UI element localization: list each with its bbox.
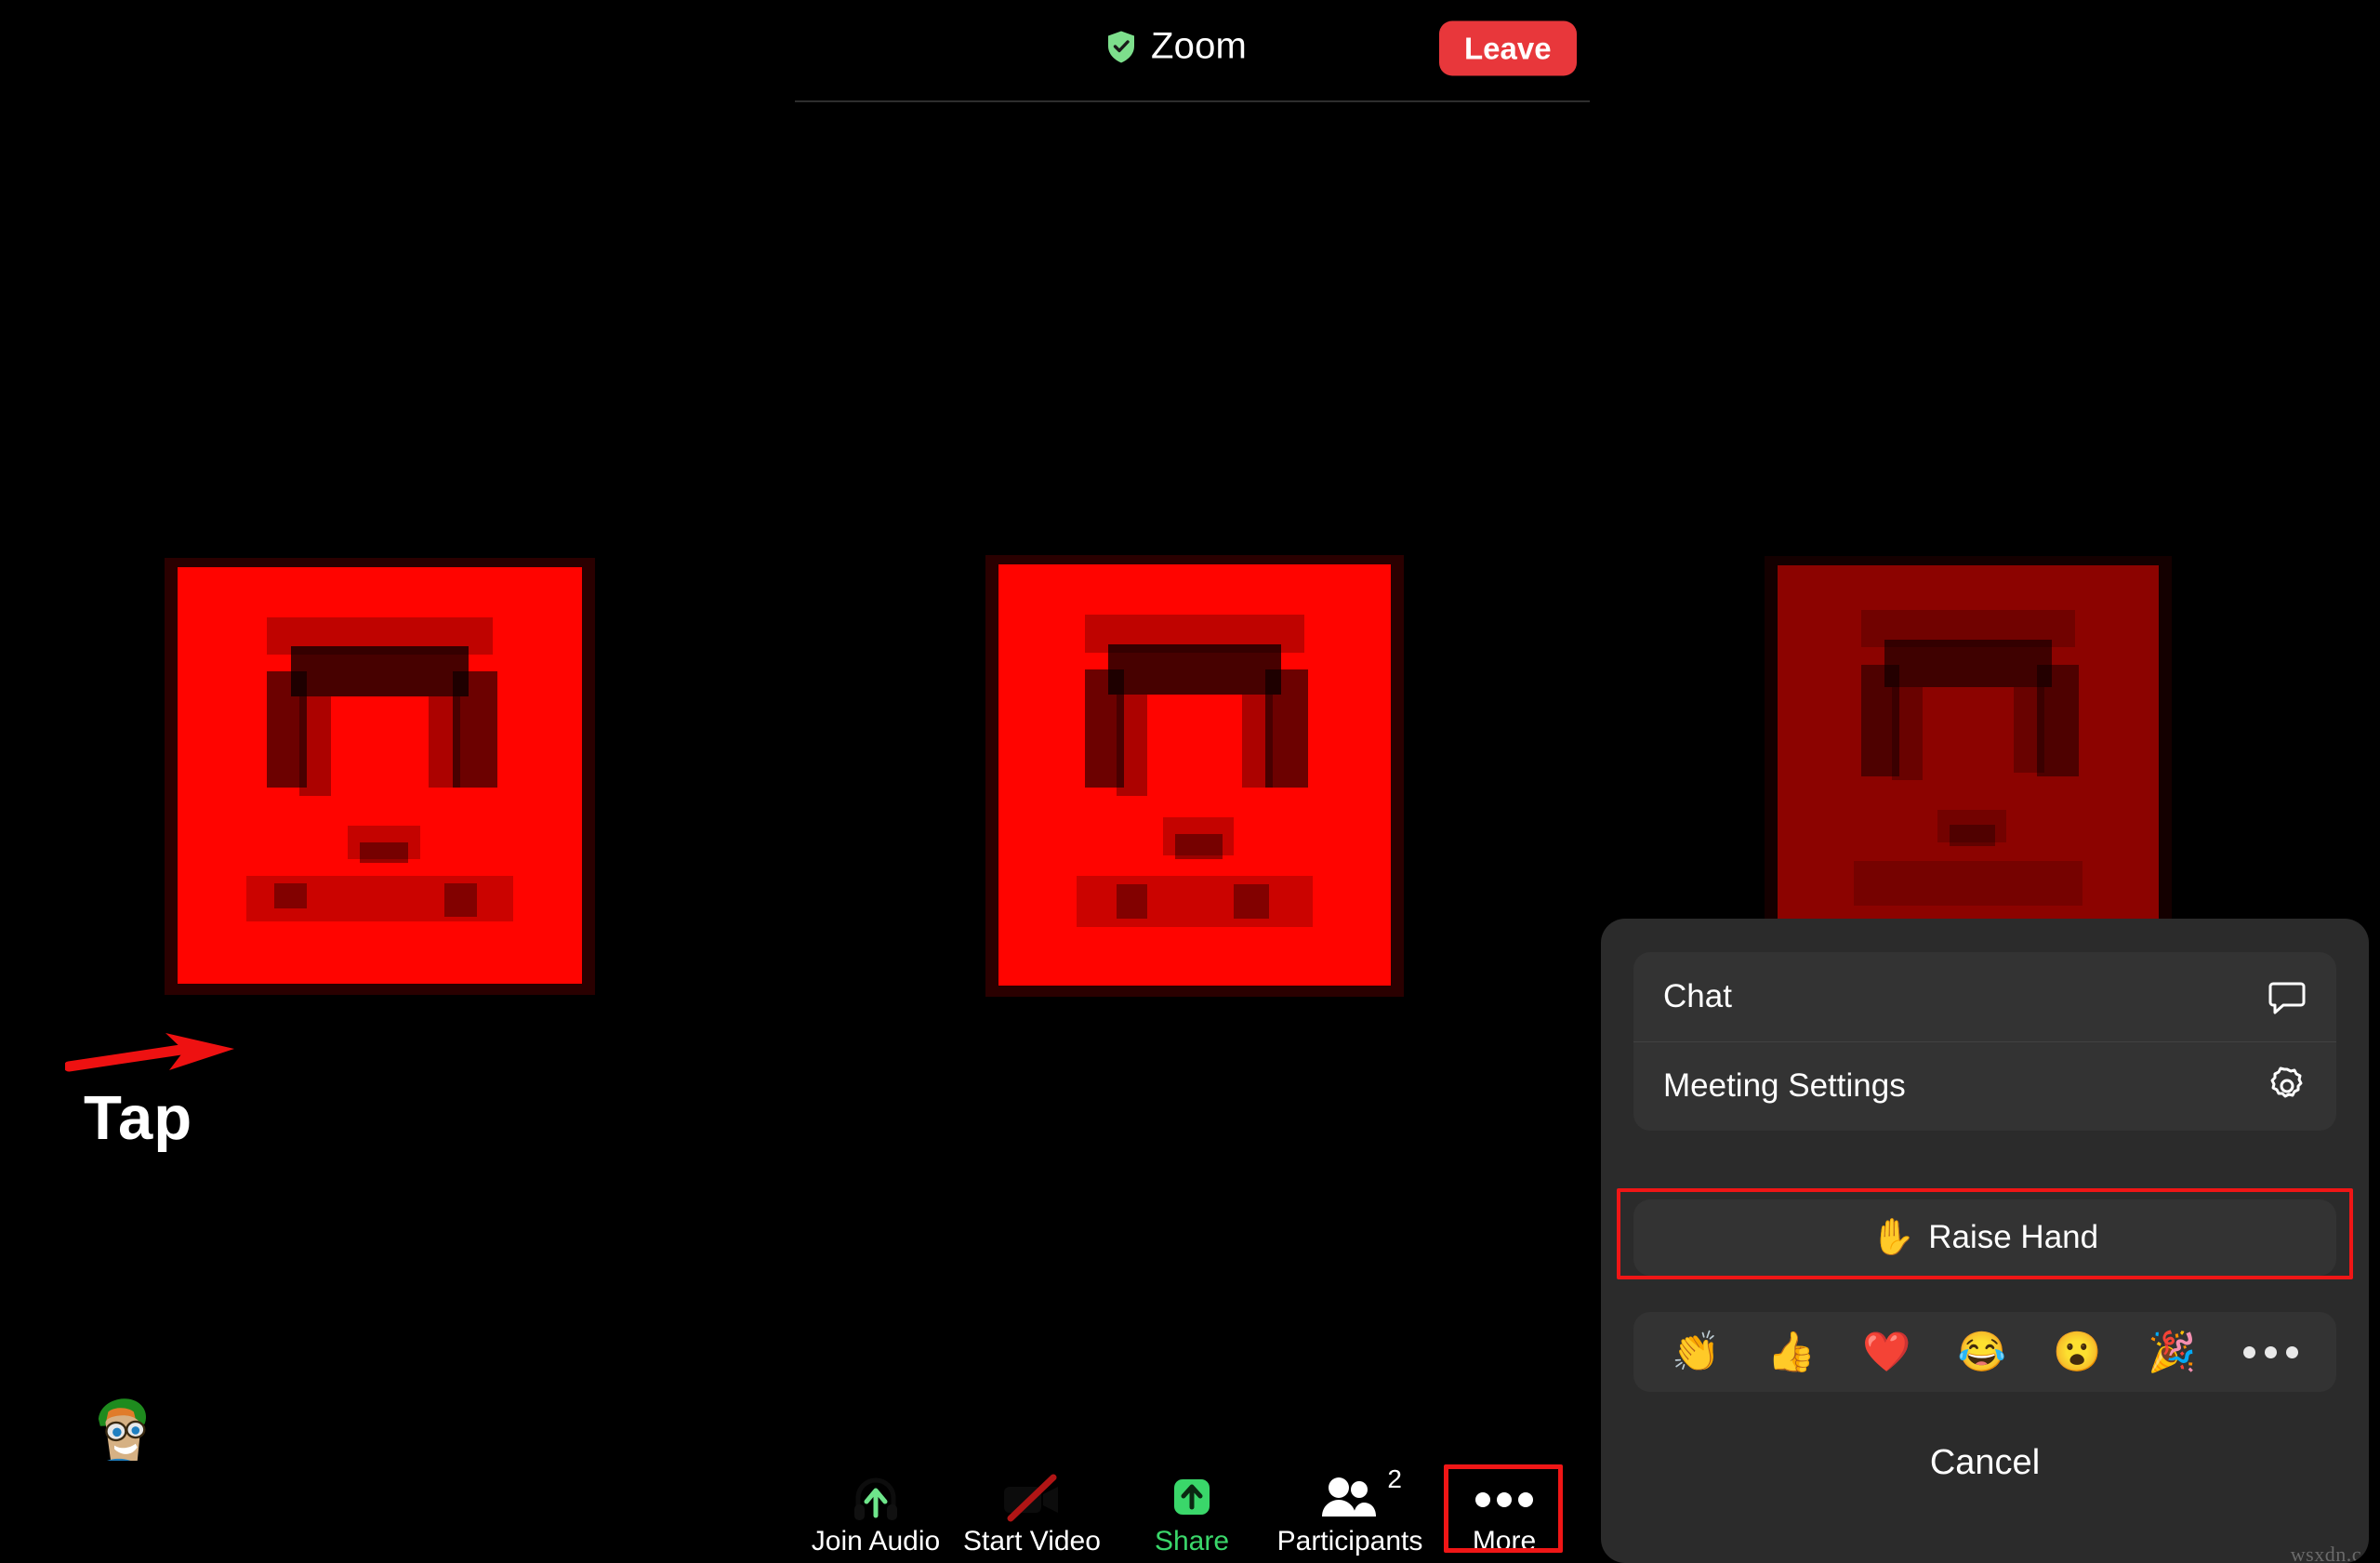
- participant-video-tile-3[interactable]: [1765, 556, 2172, 947]
- leave-button[interactable]: Leave: [1439, 20, 1577, 76]
- menu-item-chat[interactable]: Chat: [1633, 952, 2336, 1042]
- headphones-up-arrow-icon: [792, 1470, 959, 1528]
- clapping-hands-emoji[interactable]: 👏: [1672, 1332, 1720, 1371]
- more-button[interactable]: More: [1421, 1470, 1588, 1556]
- meeting-settings-label: Meeting Settings: [1663, 1067, 1906, 1104]
- participants-icon: [1266, 1470, 1434, 1528]
- participants-count-badge: 2: [1387, 1464, 1402, 1493]
- chat-bubble-icon: [2268, 977, 2307, 1016]
- tile-video-surface: [998, 564, 1391, 986]
- start-video-label: Start Video: [963, 1526, 1101, 1556]
- more-options-panel: Chat Meeting Settings ✋ Raise Hand 👏 👍 ❤…: [1601, 919, 2369, 1563]
- gear-icon: [2268, 1066, 2307, 1106]
- meeting-header-bar: Zoom Leave: [0, 0, 2380, 102]
- participant-video-tile-1[interactable]: [165, 558, 595, 995]
- cancel-button[interactable]: Cancel: [1601, 1426, 2369, 1499]
- join-audio-label: Join Audio: [811, 1526, 941, 1556]
- menu-item-meeting-settings[interactable]: Meeting Settings: [1633, 1041, 2336, 1131]
- thumbs-up-emoji[interactable]: 👍: [1767, 1332, 1816, 1371]
- red-arrow-right-icon: [65, 1033, 234, 1072]
- tears-of-joy-emoji[interactable]: 😂: [1957, 1332, 2005, 1371]
- tile-video-surface: [1778, 565, 2159, 935]
- more-reactions-ellipsis-icon[interactable]: [2242, 1345, 2298, 1358]
- watermark: wsxdn.c: [2290, 1543, 2361, 1563]
- raise-hand-label: Raise Hand: [1928, 1219, 2099, 1255]
- raised-hand-emoji: ✋: [1871, 1218, 1916, 1257]
- participant-video-tile-2[interactable]: [985, 555, 1404, 997]
- join-audio-button[interactable]: Join Audio: [792, 1470, 959, 1556]
- participants-label: Participants: [1276, 1526, 1423, 1556]
- share-up-arrow-icon: [1108, 1470, 1276, 1528]
- chat-label: Chat: [1663, 978, 1732, 1014]
- header-title-group: Zoom: [1106, 26, 1247, 68]
- start-video-button[interactable]: Start Video: [948, 1470, 1116, 1556]
- open-mouth-emoji[interactable]: 😮: [2053, 1332, 2101, 1371]
- tap-annotation: Tap: [65, 1027, 242, 1149]
- app-title: Zoom: [1151, 25, 1248, 67]
- ellipsis-horizontal-icon: [1421, 1470, 1588, 1528]
- verified-shield-icon: [1108, 31, 1134, 62]
- reactions-bar: 👏 👍 ❤️ 😂 😮 🎉: [1633, 1312, 2336, 1392]
- tap-label: Tap: [84, 1083, 193, 1153]
- red-heart-emoji[interactable]: ❤️: [1862, 1332, 1911, 1371]
- party-popper-emoji[interactable]: 🎉: [2148, 1332, 2196, 1371]
- share-label: Share: [1154, 1526, 1230, 1556]
- participants-button[interactable]: 2 Participants: [1266, 1466, 1434, 1556]
- more-label: More: [1472, 1526, 1537, 1556]
- tile-video-surface: [178, 567, 582, 984]
- video-camera-off-icon: [948, 1470, 1116, 1528]
- more-options-card: Chat Meeting Settings: [1633, 952, 2336, 1131]
- raise-hand-button[interactable]: ✋ Raise Hand: [1633, 1199, 2336, 1276]
- share-button[interactable]: Share: [1108, 1470, 1276, 1556]
- header-divider: [795, 100, 1590, 102]
